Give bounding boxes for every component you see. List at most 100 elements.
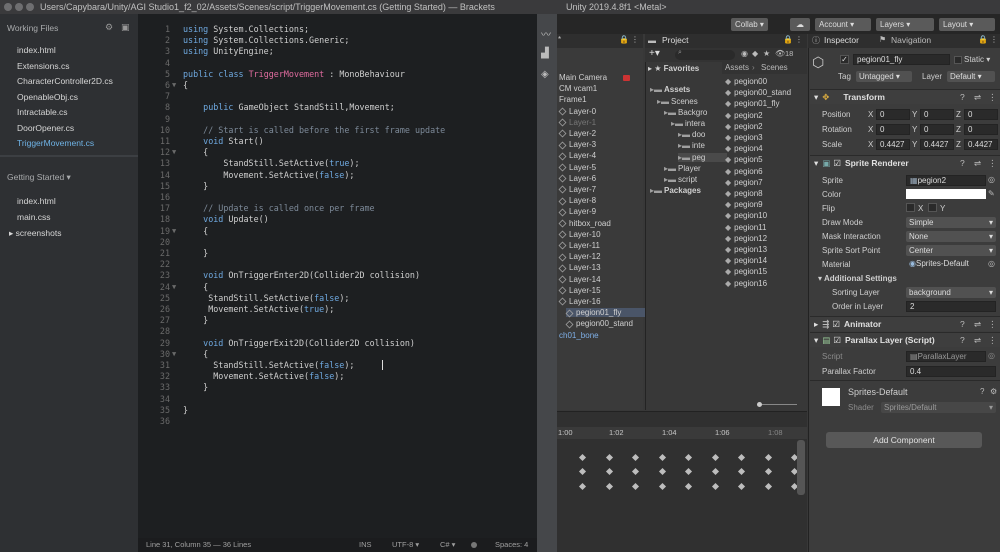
project-file-item[interactable]: ◆ pegion7 (725, 178, 763, 187)
hierarchy-item[interactable]: Layer-6 (558, 174, 596, 183)
code-editor[interactable]: 1 using System.Collections; 2 using System.… (138, 14, 537, 538)
code-line[interactable]: void OnTriggerEnter2D(Collider2D collisi… (183, 270, 420, 280)
zoom-window-icon[interactable] (26, 3, 34, 11)
color-swatch[interactable] (906, 189, 986, 199)
code-line[interactable]: } (183, 405, 188, 415)
working-file-item[interactable]: index.html (17, 45, 56, 55)
lock-icon[interactable]: 🔒 (978, 35, 988, 44)
project-file-item[interactable]: ◆ pegion13 (725, 245, 767, 254)
settings-icon[interactable]: ⚙ (990, 387, 997, 396)
code-line[interactable]: // Update is called once per frame (183, 203, 374, 213)
working-file-item[interactable]: Intractable.cs (17, 107, 68, 117)
project-file-item[interactable]: ◆ pegion3 (725, 133, 763, 142)
project-file-item[interactable]: ◆ pegion9 (725, 200, 763, 209)
project-tree-item[interactable]: ▸▬ peg (678, 153, 727, 162)
lock-icon[interactable]: 🔒 (619, 35, 629, 44)
mask-select[interactable]: None ▾ (906, 231, 996, 242)
layers-icon[interactable]: ◈ (541, 69, 549, 80)
project-file-item[interactable]: ◆ pegion00 (725, 77, 767, 86)
code-line[interactable]: } (183, 315, 208, 325)
help-icon[interactable]: ? (960, 333, 965, 348)
split-view-icon[interactable]: ▣ (121, 22, 130, 33)
hierarchy-item[interactable]: pegion00_stand (565, 319, 633, 328)
preset-icon[interactable]: ⇌ (974, 156, 981, 171)
order-in-layer-input[interactable]: 2 (906, 301, 996, 312)
tab-inspector[interactable]: Inspector (824, 35, 859, 45)
hierarchy-item[interactable]: Layer-0 (558, 107, 596, 116)
rotation-z-input[interactable]: 0 (964, 124, 998, 135)
project-file[interactable]: index.html (17, 196, 56, 206)
project-file-item[interactable]: ◆ pegion16 (725, 279, 767, 288)
project-file-item[interactable]: ◆ pegion00_stand (725, 88, 791, 97)
parallax-factor-input[interactable]: 0.4 (906, 366, 996, 377)
code-line[interactable]: Movement.SetActive(true); (183, 304, 334, 314)
linter-status-icon[interactable] (471, 542, 477, 548)
code-line[interactable]: // Start is called before the first fram… (183, 125, 445, 135)
fold-arrow-icon[interactable]: ▼ (172, 283, 176, 291)
project-tree-item[interactable]: ▸▬ inte (678, 141, 705, 150)
rotation-y-input[interactable]: 0 (920, 124, 954, 135)
hierarchy-item[interactable]: Frame1 (559, 95, 587, 104)
project-file-item[interactable]: ◆ pegion11 (725, 223, 766, 232)
project-file-item[interactable]: ◆ pegion10 (725, 211, 767, 220)
parallax-section[interactable]: ▾ ▤ ☑ Parallax Layer (Script) ? ⇌ ⋮ (810, 332, 1000, 347)
component-checkbox[interactable]: ☑ (833, 335, 841, 345)
rotation-x-input[interactable]: 0 (876, 124, 910, 135)
code-line[interactable]: void Start() (183, 136, 264, 146)
hierarchy-item[interactable]: Layer-13 (558, 263, 601, 272)
code-line[interactable]: } (183, 181, 208, 191)
layers-button[interactable]: Layers ▾ (876, 18, 934, 31)
code-line[interactable]: using UnityEngine; (183, 46, 274, 56)
static-checkbox[interactable] (954, 55, 962, 64)
close-window-icon[interactable] (4, 3, 12, 11)
hierarchy-item[interactable]: pegion01_fly (565, 308, 650, 318)
working-file-item[interactable]: TriggerMovement.cs (17, 138, 94, 148)
hierarchy-item[interactable]: Main Camera (559, 73, 607, 82)
preset-icon[interactable]: ⇌ (974, 333, 981, 348)
layout-button[interactable]: Layout ▾ (939, 18, 995, 31)
hierarchy-item[interactable]: Layer-1 (558, 118, 596, 127)
star-icon[interactable]: ★ (763, 49, 770, 58)
hierarchy-item[interactable]: CM vcam1 (559, 84, 597, 93)
fold-arrow-icon[interactable]: ▼ (172, 81, 176, 89)
lock-icon[interactable]: 🔒 (783, 35, 793, 44)
hierarchy-item[interactable]: Layer-2 (558, 129, 596, 138)
favorites-folder[interactable]: ▸ ★ Favorites (648, 64, 699, 73)
position-y-input[interactable]: 0 (920, 109, 954, 120)
help-icon[interactable]: ? (960, 90, 965, 105)
code-line[interactable]: } (183, 248, 208, 258)
code-line[interactable]: Movement.SetActive(false); (183, 371, 344, 381)
hierarchy-item[interactable]: Layer-15 (558, 286, 601, 295)
filter-type-icon[interactable]: ◉ (741, 49, 748, 58)
filter-label-icon[interactable]: ◆ (752, 49, 758, 58)
cloud-icon[interactable]: ☁ (790, 18, 810, 31)
object-picker-icon[interactable]: ◎ (988, 175, 995, 184)
hierarchy-item[interactable]: Layer-4 (558, 151, 596, 160)
account-button[interactable]: Account ▾ (815, 18, 871, 31)
project-file-item[interactable]: ◆ pegion4 (725, 144, 763, 153)
static-toggle[interactable]: Static ▾ (954, 55, 990, 64)
working-file-item[interactable]: DoorOpener.cs (17, 123, 74, 133)
sort-point-select[interactable]: Center ▾ (906, 245, 996, 256)
transform-section[interactable]: ▾ ✥ Transform ? ⇌ ⋮ (810, 89, 1000, 104)
code-line[interactable]: using System.Collections.Generic; (183, 35, 349, 45)
code-line[interactable]: { (183, 226, 208, 236)
project-file-item[interactable]: ◆ pegion2 (725, 111, 763, 120)
project-folder[interactable]: ▸ screenshots (9, 228, 61, 239)
help-icon[interactable]: ? (960, 317, 965, 332)
indent-setting[interactable]: Spaces: 4 (495, 538, 528, 552)
collab-button[interactable]: Collab ▾ (731, 18, 768, 31)
project-file-item[interactable]: ◆ pegion2 (725, 122, 763, 131)
position-x-input[interactable]: 0 (876, 109, 910, 120)
project-file-item[interactable]: ◆ pegion01_fly (725, 99, 780, 108)
project-tree-item[interactable]: ▸▬ intera (671, 119, 705, 128)
additional-settings-foldout[interactable]: ▾ Additional Settings (818, 274, 897, 283)
hidden-packages-icon[interactable]: 👁 (775, 49, 785, 58)
code-line[interactable]: Movement.SetActive(false); (183, 170, 354, 180)
help-icon[interactable]: ? (960, 156, 965, 171)
hierarchy-item[interactable]: hitbox_road (558, 219, 611, 228)
layer-select[interactable]: Default ▾ (947, 71, 995, 82)
extension-manager-icon[interactable]: ▟ (541, 48, 549, 59)
scale-y-input[interactable]: 0.4427 (920, 139, 954, 150)
code-line[interactable]: StandStill.SetActive(false); (183, 360, 354, 370)
